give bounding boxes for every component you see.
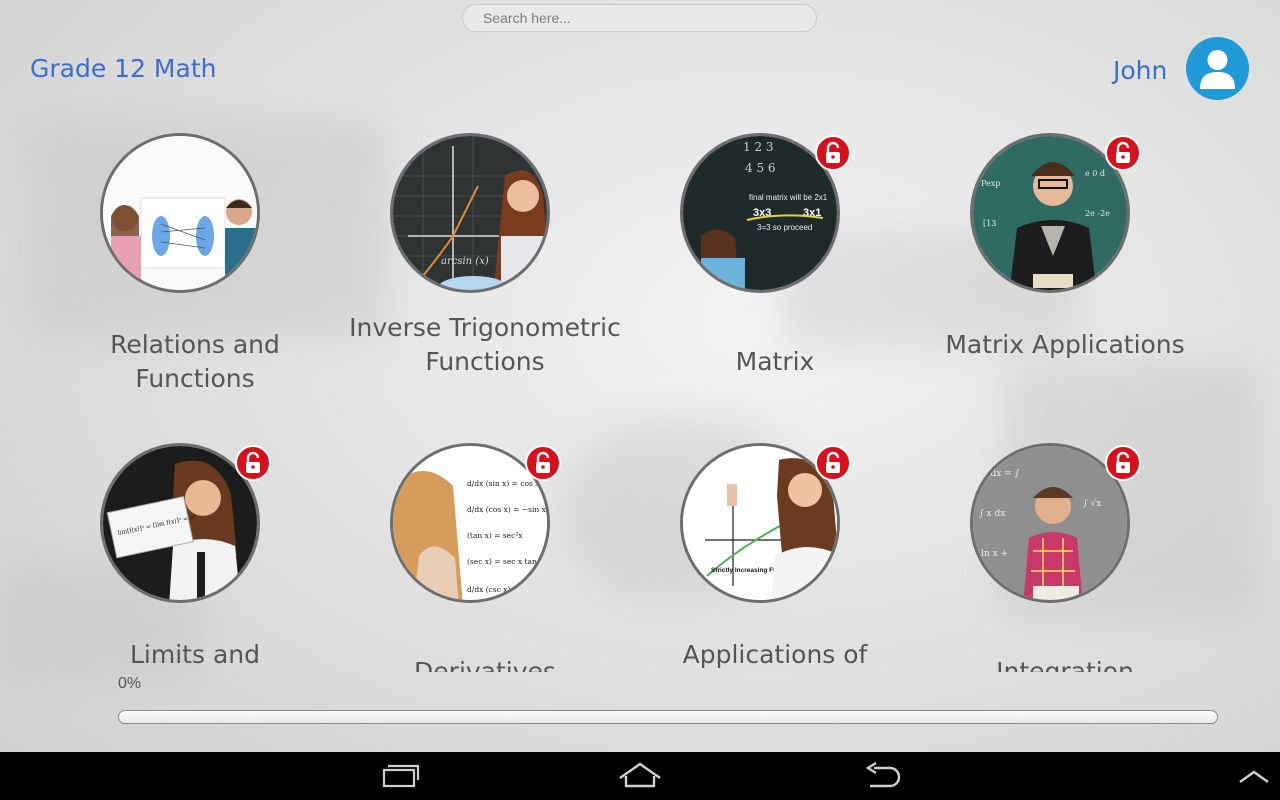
home-button[interactable] — [610, 760, 670, 792]
topic-image — [100, 133, 260, 293]
svg-text:final matrix will be 2x1: final matrix will be 2x1 — [749, 193, 828, 202]
svg-text:d/dx (cos x) = −sin x: d/dx (cos x) = −sin x — [467, 505, 547, 514]
progress-bar — [118, 710, 1218, 724]
lock-icon — [815, 135, 851, 171]
lock-icon — [815, 445, 851, 481]
topic-label: Matrix — [735, 347, 815, 376]
system-navigation-bar — [0, 752, 1280, 800]
notification-toggle-button[interactable] — [1222, 760, 1280, 792]
topic-label: Relations and Functions — [110, 330, 280, 393]
svg-text:1 2 3: 1 2 3 — [743, 140, 774, 154]
topic-label: Matrix Applications — [945, 330, 1185, 359]
svg-text:∫ x dx: ∫ x dx — [979, 509, 1005, 519]
home-icon — [619, 762, 661, 788]
svg-text:2e -2e: 2e -2e — [1085, 209, 1110, 218]
topic-label: Applications of — [682, 640, 868, 669]
svg-text:(sec x) = sec x tan: (sec x) = sec x tan — [467, 557, 537, 566]
svg-text:∫ dx = ∫: ∫ dx = ∫ — [983, 469, 1020, 479]
svg-text:(tan x) = sec²x: (tan x) = sec²x — [467, 531, 523, 540]
back-icon — [865, 761, 901, 788]
topic-label: Integration — [996, 657, 1134, 672]
svg-text:Pexp: Pexp — [981, 179, 1000, 188]
back-button[interactable] — [852, 760, 912, 792]
svg-text:arcsin (x): arcsin (x) — [441, 256, 489, 267]
svg-text:3=3 so proceed: 3=3 so proceed — [757, 223, 812, 232]
svg-text:[13: [13 — [983, 219, 996, 228]
lock-icon — [1105, 135, 1141, 171]
topic-label: Limits and — [130, 640, 260, 669]
progress-label: 0% — [118, 675, 142, 692]
topic-label: Inverse Trigonometric Functions — [349, 313, 621, 376]
svg-text:∫ √x: ∫ √x — [1083, 498, 1101, 509]
svg-text:d/dx (csc x) = −c: d/dx (csc x) = −c — [467, 585, 532, 594]
topic-label: Derivatives — [414, 657, 556, 672]
recent-apps-button[interactable] — [370, 760, 430, 792]
svg-text:4 5 6: 4 5 6 — [745, 161, 776, 175]
topic-image: arcsin (x) — [390, 133, 550, 293]
lock-icon — [1105, 445, 1141, 481]
chevron-up-icon — [1239, 770, 1269, 783]
svg-text:ln x +: ln x + — [981, 549, 1008, 559]
recent-apps-icon — [382, 764, 420, 788]
svg-text:d/dx (sin x) = cos x: d/dx (sin x) = cos x — [467, 479, 540, 488]
lock-icon — [235, 445, 271, 481]
topic-grid: Relations and Functions arcsin (x) Inver… — [0, 0, 1280, 672]
lock-icon — [525, 445, 561, 481]
svg-text:e 0 d: e 0 d — [1085, 169, 1105, 178]
